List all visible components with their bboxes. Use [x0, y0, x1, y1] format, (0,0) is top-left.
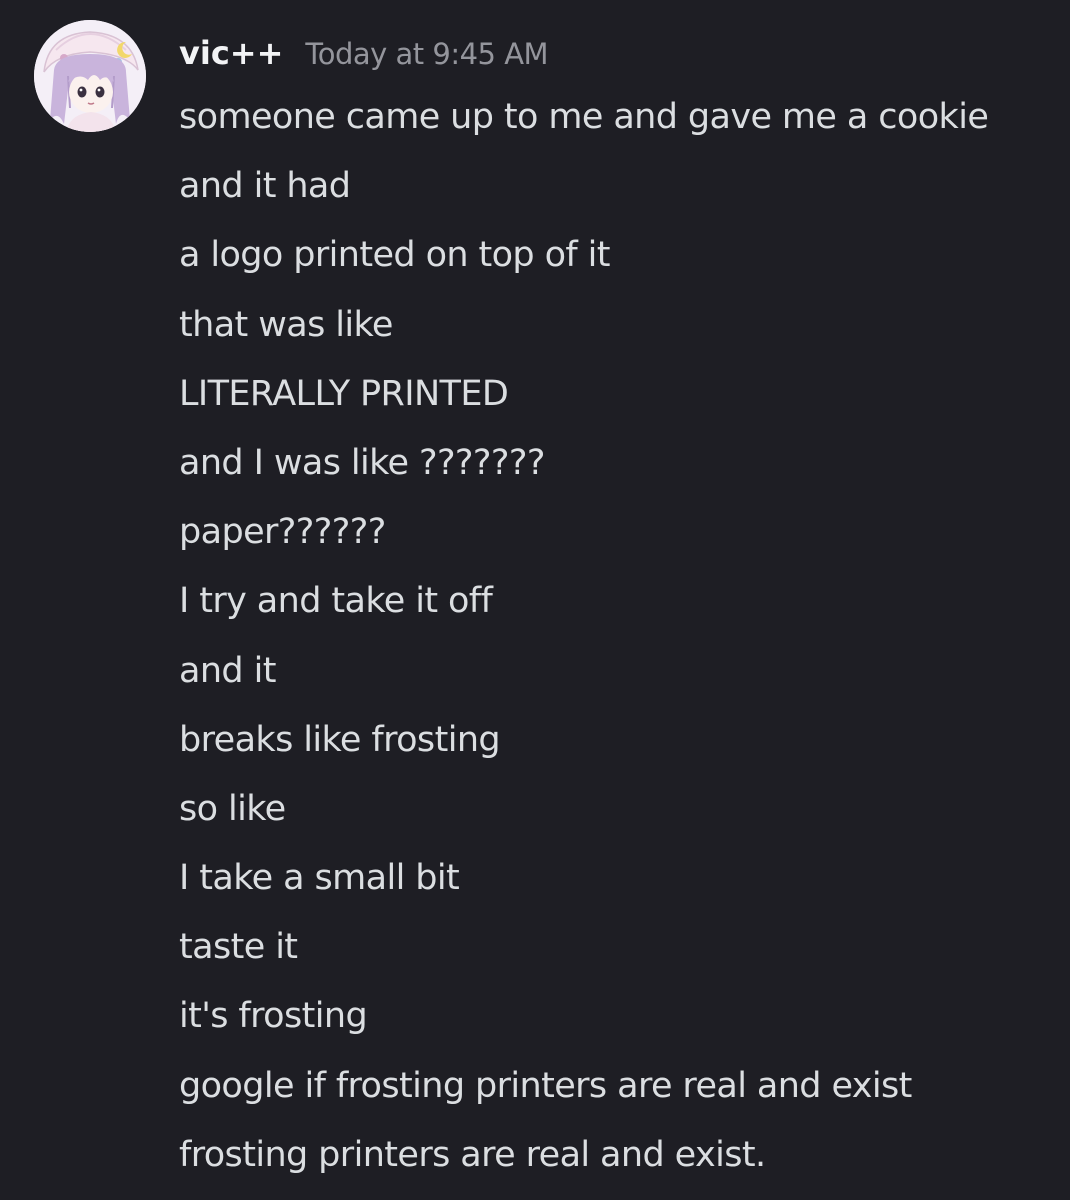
message-line: frosting printers are real and exist. [179, 1134, 766, 1175]
message-line: and it [179, 650, 276, 691]
message-content: someone came up to me and gave me a cook… [179, 92, 1059, 1199]
message-line: breaks like frosting [179, 719, 501, 760]
message-group: vic++ Today at 9:45 AM someone came up t… [0, 0, 1070, 1200]
message-line: I take a small bit [179, 858, 460, 899]
message-line: paper?????? [179, 512, 386, 553]
message-line: it's frosting [179, 996, 368, 1037]
user-avatar[interactable] [34, 20, 146, 132]
message-line: LITERALLY PRINTED [179, 373, 509, 414]
message-line: and I was like ??????? [179, 442, 545, 483]
username[interactable]: vic++ [179, 34, 283, 72]
message-line: google if frosting printers are real and… [179, 1065, 912, 1106]
message-line: that was like [179, 304, 393, 345]
message-timestamp[interactable]: Today at 9:45 AM [305, 37, 548, 71]
message-line: someone came up to me and gave me a cook… [179, 97, 989, 137]
chat-view: vic++ Today at 9:45 AM someone came up t… [0, 0, 1070, 1200]
anime-girl-avatar-icon [34, 20, 146, 132]
message-line: a logo printed on top of it [179, 235, 610, 276]
message-line: and it had [179, 166, 351, 207]
message-header: vic++ Today at 9:45 AM [179, 34, 549, 80]
message-line: I try and take it off [179, 581, 493, 622]
message-line: so like [179, 788, 286, 829]
message-line: taste it [179, 927, 298, 968]
